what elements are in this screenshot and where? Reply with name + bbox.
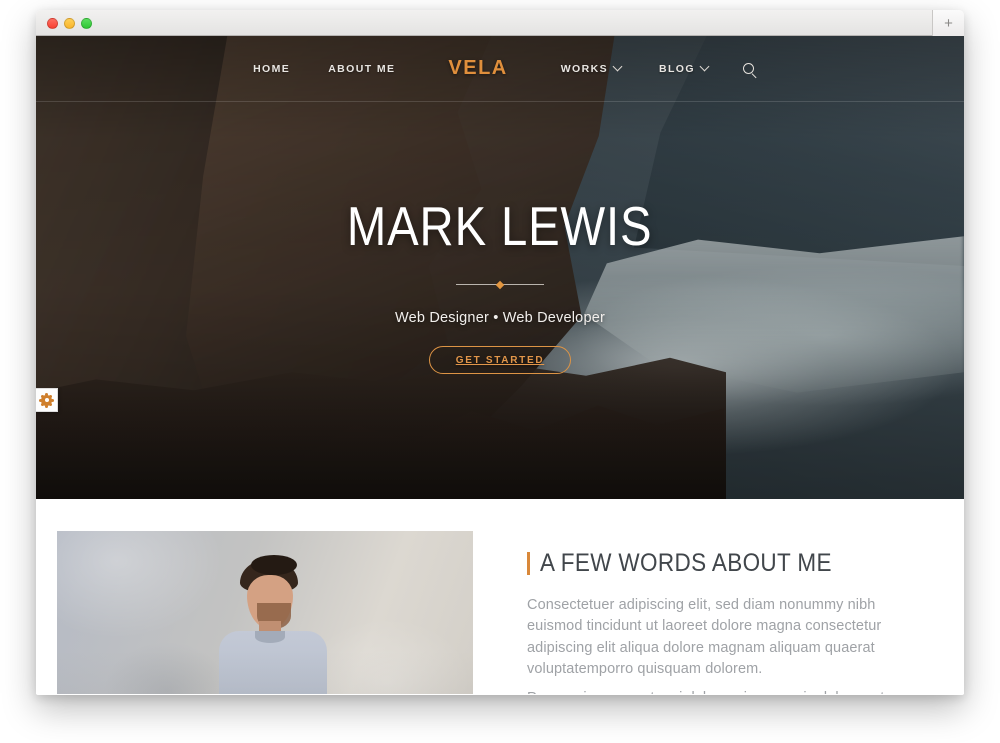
about-paragraph-1: Consectetuer adipiscing elit, sed diam n…: [527, 597, 882, 678]
nav-item-works[interactable]: WORKS: [542, 61, 640, 75]
hero-content: MARK LEWIS Web Designer • Web Developer …: [36, 36, 964, 499]
minimize-window-button[interactable]: [64, 18, 75, 29]
about-photo: [57, 531, 473, 694]
zoom-window-button[interactable]: [81, 18, 92, 29]
hero-section: HOME ABOUT ME VELA WORKS BLOG MARK LEWIS…: [36, 36, 964, 499]
hero-subtitle: Web Designer • Web Developer: [394, 310, 606, 326]
about-text-column: A FEW WORDS ABOUT ME Consectetuer adipis…: [527, 531, 934, 694]
nav-inner: HOME ABOUT ME VELA WORKS BLOG: [234, 57, 766, 80]
chevron-down-icon: [699, 61, 710, 72]
about-heading-text: A FEW WORDS ABOUT ME: [540, 549, 832, 577]
about-photo-shadow: [57, 531, 473, 694]
main-navigation: HOME ABOUT ME VELA WORKS BLOG: [36, 36, 964, 102]
get-started-button[interactable]: GET STARTED: [428, 346, 572, 374]
about-heading: A FEW WORDS ABOUT ME: [527, 549, 934, 578]
about-paragraph-2: Porro quisquam est, qui dolorem ipsum qu…: [527, 688, 934, 694]
nav-item-about-me-label: ABOUT ME: [328, 62, 396, 75]
new-tab-button[interactable]: +: [932, 10, 964, 36]
page-viewport: HOME ABOUT ME VELA WORKS BLOG MARK LEWIS…: [36, 36, 964, 694]
site-logo[interactable]: VELA: [414, 57, 541, 80]
about-section: A FEW WORDS ABOUT ME Consectetuer adipis…: [36, 499, 964, 694]
nav-item-home[interactable]: HOME: [234, 63, 309, 75]
browser-window: + HOME ABOUT ME VELA WORKS BLOG MARK LEW…: [36, 10, 964, 695]
style-switcher-toggle[interactable]: [36, 388, 58, 412]
hero-divider: [456, 280, 544, 289]
chevron-down-icon: [612, 61, 623, 72]
nav-item-about-me[interactable]: ABOUT ME: [309, 63, 414, 75]
search-icon: [742, 63, 754, 74]
nav-item-home-label: HOME: [253, 62, 291, 75]
nav-item-works-label: WORKS: [560, 62, 608, 75]
search-button[interactable]: [727, 63, 766, 74]
gear-icon: [41, 394, 52, 406]
window-controls[interactable]: [47, 18, 92, 29]
plus-icon: +: [944, 14, 953, 32]
heading-accent-bar: [527, 552, 530, 575]
close-window-button[interactable]: [47, 18, 58, 29]
browser-titlebar: +: [36, 10, 964, 36]
diamond-ornament-icon: [495, 280, 505, 289]
nav-item-blog[interactable]: BLOG: [640, 61, 727, 75]
nav-item-blog-label: BLOG: [658, 62, 695, 75]
hero-title: MARK LEWIS: [347, 195, 653, 257]
about-inner: A FEW WORDS ABOUT ME Consectetuer adipis…: [36, 531, 964, 694]
